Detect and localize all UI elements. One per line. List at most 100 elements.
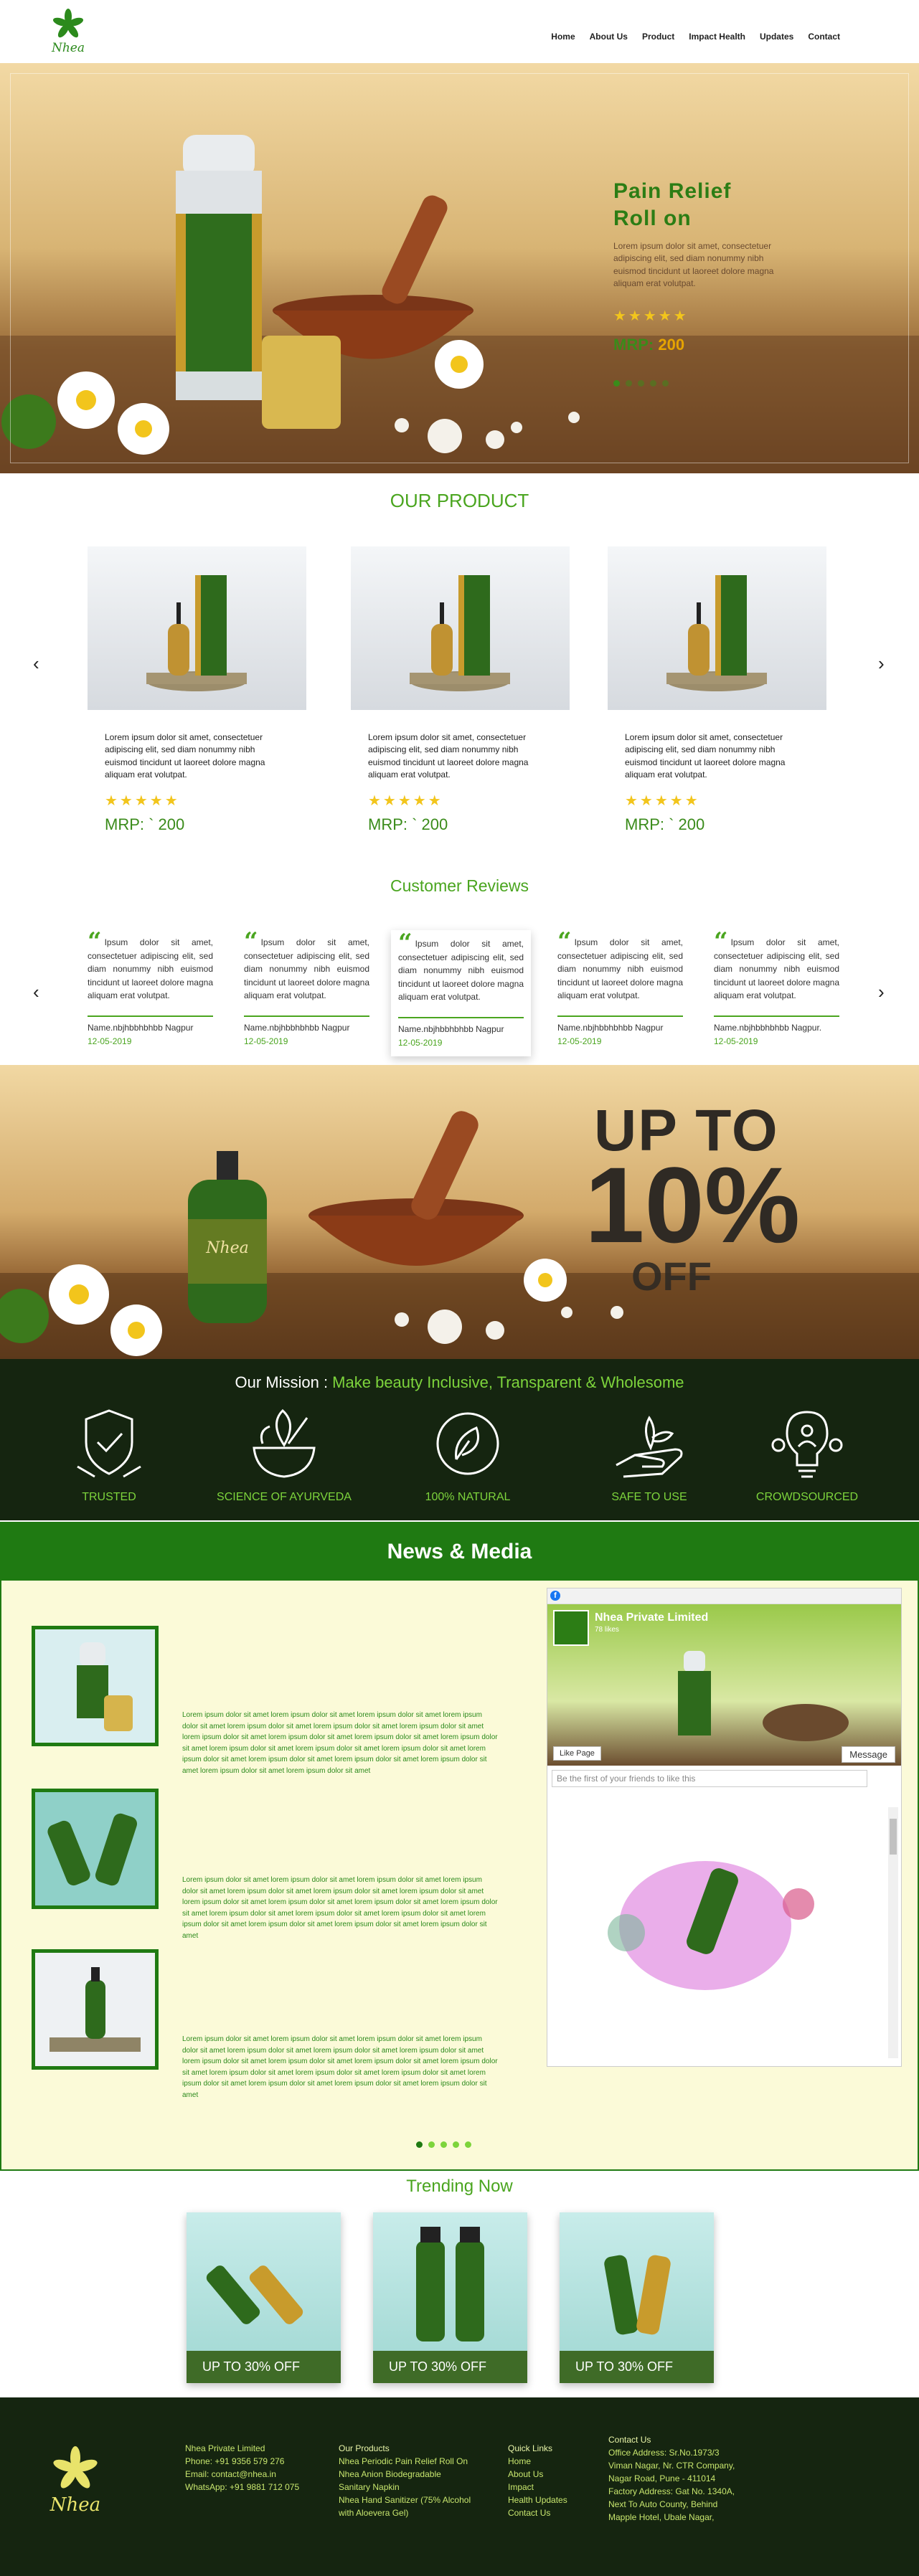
hero-mrp-label: MRP: [613,336,654,354]
news-carousel-dots [416,2141,471,2148]
footer-product-link[interactable]: with Aloevera Gel) [339,2506,471,2519]
banner-percent: 10% [585,1145,801,1265]
products-next-arrow[interactable]: › [878,653,885,675]
footer-quick-links: Quick Links Home About Us Impact Health … [508,2442,567,2519]
discount-banner[interactable]: Nhea UP TO 10% OFF [0,1065,919,1359]
footer-phone[interactable]: Phone: +91 9356 579 276 [185,2455,299,2468]
news-dot[interactable] [416,2141,423,2148]
facebook-widget[interactable]: f Nhea Private Limited 78 likes Like Pag… [547,1588,902,2067]
product-image [88,546,306,710]
news-thumbnail[interactable] [32,1949,159,2070]
product-card[interactable]: Lorem ipsum dolor sit amet, consectetuer… [88,546,306,834]
review-card: “Ipsum dolor sit amet, consectetuer adip… [557,927,683,1048]
trending-offer-label: UP TO 30% OFF [560,2351,714,2383]
lightbulb-people-icon [764,1402,850,1488]
news-thumbnail[interactable] [32,1789,159,1909]
review-author: Name.nbjhbbhbhbb Nagpur. [714,1022,822,1033]
news-dot[interactable] [428,2141,435,2148]
footer-product-link[interactable]: Nhea Periodic Pain Relief Roll On [339,2455,471,2468]
hero-mrp-value: 200 [658,336,685,354]
trending-card[interactable]: UP TO 30% OFF [187,2212,341,2383]
news-thumbnail[interactable] [32,1626,159,1746]
news-text: Lorem ipsum dolor sit amet lorem ipsum d… [182,2035,498,2099]
nav-product[interactable]: Product [642,32,674,42]
product-description: Lorem ipsum dolor sit amet, consectetuer… [368,732,529,780]
trending-section-title: Trending Now [406,2177,513,2196]
news-dot[interactable] [453,2141,459,2148]
facebook-friends-note: Be the first of your friends to like thi… [552,1770,867,1787]
trending-offer-label: UP TO 30% OFF [187,2351,341,2383]
review-card: “Ipsum dolor sit amet, consectetuer adip… [244,929,369,1048]
footer-address-line: Factory Address: Gat No. 1340A, [608,2486,735,2496]
nav-impact-health[interactable]: Impact Health [689,32,745,42]
footer-link-about[interactable]: About Us [508,2468,567,2481]
facebook-cover-image [678,1651,849,1741]
hero-dot[interactable] [662,380,669,387]
facebook-post-image [547,1804,892,2047]
quote-icon: “ [557,927,572,956]
product-price: MRP: ` 200 [368,815,448,833]
trending-card[interactable]: UP TO 30% OFF [560,2212,714,2383]
review-author: Name.nbjhbbhbhbb Nagpur [88,1022,194,1033]
facebook-page-name[interactable]: Nhea Private Limited [595,1611,708,1624]
footer-address-line: Viman Nagar, Nr. CTR Company, [608,2461,735,2471]
news-dot[interactable] [465,2141,471,2148]
footer-company: Nhea Private Limited Phone: +91 9356 579… [185,2442,299,2494]
mission-section: Our Mission : Make beauty Inclusive, Tra… [0,1359,919,1520]
reviews-next-arrow[interactable]: › [878,981,885,1003]
mission-tagline: Make beauty Inclusive, Transparent & Who… [332,1373,684,1391]
review-author: Name.nbjhbbhbhbb Nagpur [244,1022,350,1033]
footer-address-line: Office Address: Sr.No.1973/3 [608,2448,720,2458]
nav-contact[interactable]: Contact [808,32,840,42]
nav-about-us[interactable]: About Us [590,32,628,42]
footer-link-home[interactable]: Home [508,2455,567,2468]
footer-product-link[interactable]: Sanitary Napkin [339,2481,471,2494]
hero-dot[interactable] [613,380,620,387]
hero-dot[interactable] [626,380,632,387]
hero-price: MRP: 200 [613,336,684,354]
reviews-prev-arrow[interactable]: ‹ [33,981,39,1003]
facebook-message-button[interactable]: Message [842,1746,895,1763]
footer-link-contact[interactable]: Contact Us [508,2506,567,2519]
review-card: “Ipsum dolor sit amet, consectetuer adip… [88,929,213,1048]
product-description: Lorem ipsum dolor sit amet, consectetuer… [625,732,786,780]
brand-name: Nhea [51,41,85,55]
products-prev-arrow[interactable]: ‹ [33,653,39,675]
quote-icon: “ [714,927,728,956]
trending-offer-label: UP TO 30% OFF [373,2351,527,2383]
news-text: Lorem ipsum dolor sit amet lorem ipsum d… [182,1711,498,1775]
nav-home[interactable]: Home [551,32,575,42]
footer-logo[interactable]: Nhea [43,2440,108,2519]
product-image [351,546,570,710]
news-dot[interactable] [440,2141,447,2148]
brand-logo[interactable]: Nhea [43,7,93,57]
hero-dot[interactable] [638,380,644,387]
review-text: Ipsum dolor sit amet, consectetuer adipi… [557,937,683,1001]
facebook-likes: 78 likes [595,1626,619,1634]
facebook-page-avatar [553,1610,589,1646]
product-card[interactable]: Lorem ipsum dolor sit amet, consectetuer… [608,546,826,834]
footer-link-health-updates[interactable]: Health Updates [508,2494,567,2506]
site-footer: Nhea Nhea Private Limited Phone: +91 935… [0,2397,919,2576]
footer-product-link[interactable]: Nhea Anion Biodegradable [339,2468,471,2481]
review-card: “Ipsum dolor sit amet, consectetuer adip… [714,927,839,1048]
footer-email[interactable]: Email: contact@nhea.in [185,2468,299,2481]
hero-dot[interactable] [650,380,656,387]
trending-card[interactable]: UP TO 30% OFF [373,2212,527,2383]
facebook-scroll-thumb[interactable] [890,1819,897,1855]
footer-product-link[interactable]: Nhea Hand Sanitizer (75% Alcohol [339,2494,471,2506]
nav-updates[interactable]: Updates [760,32,793,42]
mission-prefix: Our Mission : [235,1373,333,1391]
footer-products-title: Our Products [339,2443,390,2453]
mission-label: 100% NATURAL [425,1491,511,1503]
footer-whatsapp[interactable]: WhatsApp: +91 9881 712 075 [185,2481,299,2494]
footer-link-impact[interactable]: Impact [508,2481,567,2494]
product-rating-stars: ★★★★★ [625,792,700,809]
facebook-scrollbar[interactable] [888,1807,898,2058]
product-card[interactable]: Lorem ipsum dolor sit amet, consectetuer… [351,546,570,834]
review-card-highlighted: “Ipsum dolor sit amet, consectetuer adip… [391,930,531,1057]
facebook-like-page-button[interactable]: Like Page [553,1746,601,1761]
mission-item-safe: SAFE TO USE [578,1402,721,1504]
news-media-section: News & Media Lorem ipsum dolor sit amet … [0,1522,919,2171]
review-text: Ipsum dolor sit amet, consectetuer adipi… [714,937,839,1001]
